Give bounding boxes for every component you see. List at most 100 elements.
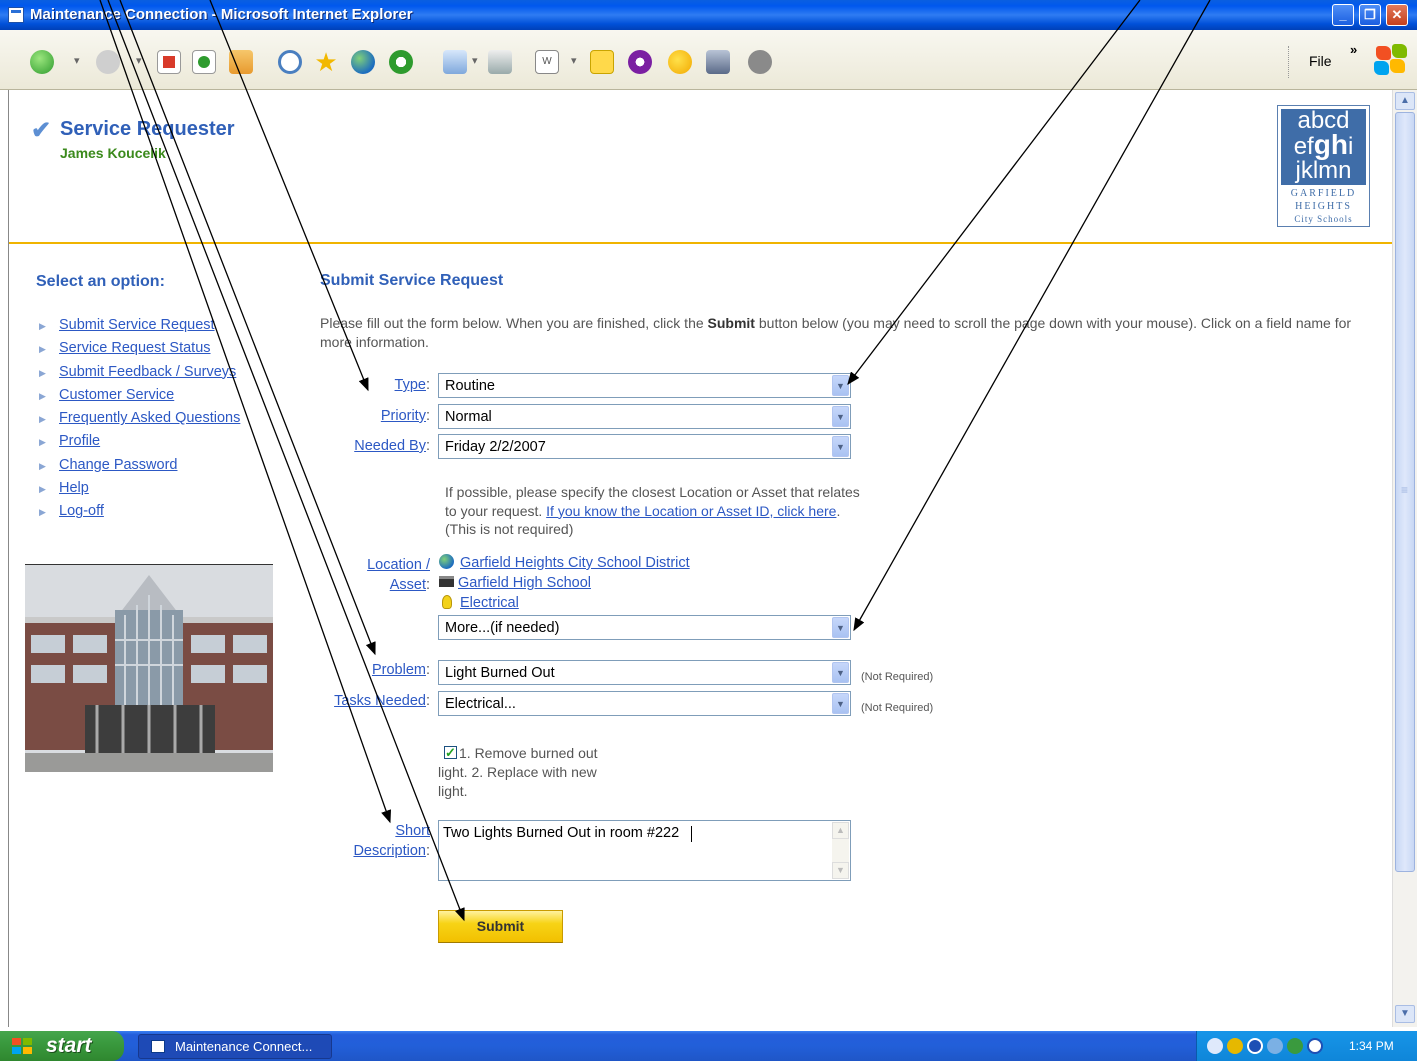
tray-info-icon[interactable] bbox=[1247, 1038, 1263, 1054]
tray-network-icon[interactable] bbox=[1267, 1038, 1283, 1054]
research-icon[interactable] bbox=[706, 50, 730, 74]
sidebar-title: Select an option: bbox=[36, 273, 165, 290]
sidebar-item-label[interactable]: Frequently Asked Questions bbox=[59, 410, 240, 426]
sidebar-item-label[interactable]: Submit Feedback / Surveys bbox=[59, 364, 236, 380]
sidebar-item-faq[interactable]: ▶ Frequently Asked Questions bbox=[39, 410, 240, 433]
header-divider bbox=[9, 242, 1392, 244]
ie-page-icon bbox=[151, 1040, 165, 1053]
location-electrical-link[interactable]: Electrical bbox=[460, 595, 519, 611]
sidebar-item-label[interactable]: Profile bbox=[59, 433, 100, 449]
chevron-down-icon[interactable]: ▼ bbox=[832, 662, 849, 683]
tasks-not-required-note: (Not Required) bbox=[861, 702, 934, 714]
messenger-icon[interactable] bbox=[668, 50, 692, 74]
toolbar-overflow-chevron-icon[interactable]: » bbox=[1350, 42, 1357, 57]
type-link[interactable]: Type bbox=[395, 377, 426, 393]
sidebar-item-service-request-status[interactable]: ▶ Service Request Status bbox=[39, 340, 240, 363]
priority-select[interactable]: Normal ▼ bbox=[438, 404, 851, 429]
sidebar-item-profile[interactable]: ▶ Profile bbox=[39, 433, 240, 456]
submit-button[interactable]: Submit bbox=[438, 910, 563, 943]
discuss-icon[interactable] bbox=[748, 50, 772, 74]
logo-line2: HEIGHTS bbox=[1295, 201, 1352, 212]
sidebar-item-label[interactable]: Customer Service bbox=[59, 387, 174, 403]
back-icon[interactable] bbox=[30, 50, 54, 74]
sidebar-item-submit-feedback[interactable]: ▶ Submit Feedback / Surveys bbox=[39, 364, 240, 387]
restore-button[interactable]: ❐ bbox=[1359, 4, 1381, 26]
file-menu[interactable]: File bbox=[1309, 53, 1332, 69]
minimize-button[interactable]: _ bbox=[1332, 4, 1354, 26]
tray-expand-icon[interactable] bbox=[1207, 1038, 1223, 1054]
home-icon[interactable] bbox=[229, 50, 253, 74]
media-icon[interactable] bbox=[351, 50, 375, 74]
taskbar-ie-window[interactable]: Maintenance Connect... bbox=[138, 1034, 332, 1059]
start-button[interactable]: start bbox=[0, 1031, 124, 1061]
chevron-down-icon[interactable]: ▼ bbox=[832, 406, 849, 427]
history-icon[interactable] bbox=[389, 50, 413, 74]
scroll-down-icon[interactable]: ▼ bbox=[832, 862, 849, 879]
sidebar-item-label[interactable]: Log-off bbox=[59, 503, 104, 519]
short-description-link[interactable]: Description bbox=[353, 843, 426, 859]
school-building-photo bbox=[25, 564, 273, 772]
problem-select[interactable]: Light Burned Out ▼ bbox=[438, 660, 851, 685]
building-icon bbox=[439, 576, 454, 587]
chevron-down-icon[interactable]: ▼ bbox=[832, 693, 849, 714]
needed-by-select[interactable]: Friday 2/2/2007 ▼ bbox=[438, 434, 851, 459]
sidebar-item-help[interactable]: ▶ Help bbox=[39, 480, 240, 503]
edit-icon[interactable]: W bbox=[535, 50, 559, 74]
sidebar-item-log-off[interactable]: ▶ Log-off bbox=[39, 503, 240, 526]
needed-by-label: Needed By: bbox=[354, 438, 430, 454]
textarea-scrollbar[interactable]: ▲ ▼ bbox=[832, 822, 849, 879]
sidebar-item-customer-service[interactable]: ▶ Customer Service bbox=[39, 387, 240, 410]
chevron-down-icon[interactable]: ▼ bbox=[832, 375, 849, 396]
mail-icon[interactable] bbox=[443, 50, 467, 74]
yahoo-icon[interactable] bbox=[628, 50, 652, 74]
tasks-needed-link[interactable]: Tasks Needed bbox=[334, 693, 426, 709]
scrollbar-thumb[interactable] bbox=[1395, 112, 1415, 872]
system-tray: 1:34 PM bbox=[1196, 1031, 1417, 1061]
tray-ie-icon[interactable] bbox=[1307, 1038, 1323, 1054]
page-scrollbar[interactable]: ▲ ▼ bbox=[1392, 90, 1417, 1027]
forward-icon[interactable] bbox=[96, 50, 120, 74]
location-asset-link[interactable]: Location / bbox=[367, 557, 430, 573]
triangle-bullet-icon: ▶ bbox=[39, 344, 46, 355]
more-location-select[interactable]: More...(if needed) ▼ bbox=[438, 615, 851, 640]
favorites-star-icon[interactable]: ★ bbox=[314, 49, 338, 75]
sidebar-item-label[interactable]: Change Password bbox=[59, 457, 178, 473]
triangle-bullet-icon: ▶ bbox=[39, 460, 46, 471]
chevron-down-icon[interactable]: ▼ bbox=[832, 436, 849, 457]
refresh-icon[interactable] bbox=[192, 50, 216, 74]
tray-security-icon[interactable] bbox=[1287, 1038, 1303, 1054]
short-description-textarea[interactable]: Two Lights Burned Out in room #222 ▲ ▼ bbox=[438, 820, 851, 881]
sidebar-item-label[interactable]: Help bbox=[59, 480, 89, 496]
chevron-down-icon[interactable]: ▼ bbox=[832, 617, 849, 638]
search-icon[interactable] bbox=[278, 50, 302, 74]
scroll-up-icon[interactable]: ▲ bbox=[1395, 92, 1415, 110]
location-district-link[interactable]: Garfield Heights City School District bbox=[460, 555, 690, 571]
notes-icon[interactable] bbox=[590, 50, 614, 74]
stop-icon[interactable] bbox=[157, 50, 181, 74]
problem-not-required-note: (Not Required) bbox=[861, 671, 934, 683]
sidebar-item-submit-service-request[interactable]: ▶ Submit Service Request bbox=[39, 317, 240, 340]
sidebar-item-label[interactable]: Service Request Status bbox=[59, 340, 211, 356]
location-id-link[interactable]: If you know the Location or Asset ID, cl… bbox=[546, 503, 836, 519]
tray-app-icon[interactable] bbox=[1227, 1038, 1243, 1054]
short-description-link[interactable]: Short bbox=[395, 823, 430, 839]
tasks-needed-select[interactable]: Electrical... ▼ bbox=[438, 691, 851, 716]
type-select[interactable]: Routine ▼ bbox=[438, 373, 851, 398]
scroll-down-icon[interactable]: ▼ bbox=[1395, 1005, 1415, 1023]
school-logo: abcd efghi jklmn GARFIELD HEIGHTS City Sch… bbox=[1277, 105, 1370, 227]
print-icon[interactable] bbox=[488, 50, 512, 74]
task-checkbox[interactable] bbox=[444, 743, 457, 762]
problem-link[interactable]: Problem bbox=[372, 662, 426, 678]
location-asset-link[interactable]: Asset bbox=[390, 577, 426, 593]
sidebar-item-change-password[interactable]: ▶ Change Password bbox=[39, 457, 240, 480]
priority-link[interactable]: Priority bbox=[381, 408, 426, 424]
needed-by-link[interactable]: Needed By bbox=[354, 438, 426, 454]
scroll-up-icon[interactable]: ▲ bbox=[832, 822, 849, 839]
location-school-link[interactable]: Garfield High School bbox=[458, 575, 591, 591]
priority-label: Priority: bbox=[380, 408, 430, 424]
triangle-bullet-icon: ▶ bbox=[39, 367, 46, 378]
sidebar-item-label[interactable]: Submit Service Request bbox=[59, 317, 215, 333]
type-label: Type: bbox=[394, 377, 430, 393]
triangle-bullet-icon: ▶ bbox=[39, 484, 46, 495]
close-button[interactable]: ✕ bbox=[1386, 4, 1408, 26]
